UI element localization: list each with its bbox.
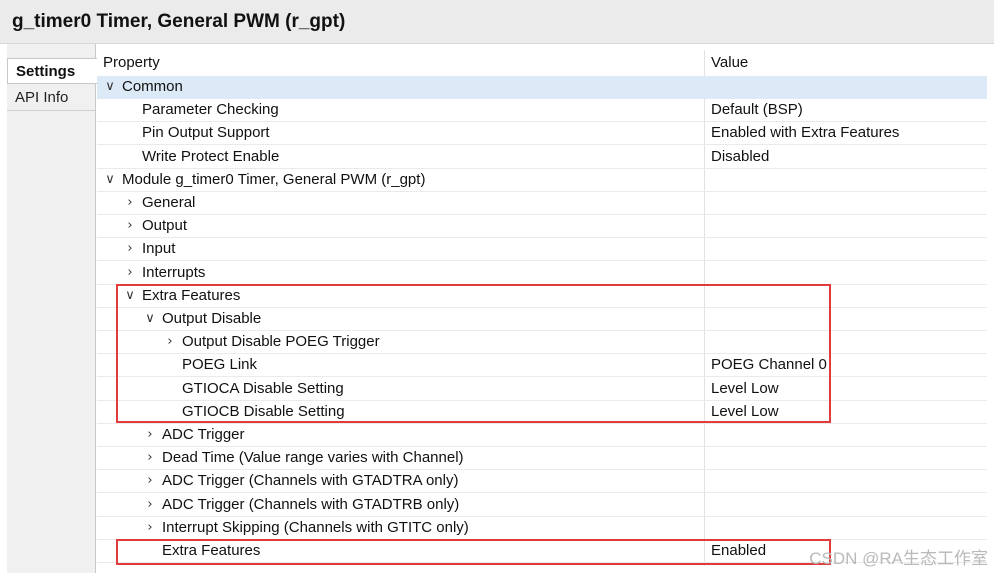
- chevron-down-icon[interactable]: ∨: [123, 285, 137, 307]
- property-label: ADC Trigger (Channels with GTADTRB only): [162, 495, 460, 513]
- table-row[interactable]: Parameter Checking Default (BSP): [97, 99, 987, 123]
- chevron-right-icon[interactable]: ›: [143, 494, 157, 516]
- table-row[interactable]: › ADC Trigger (Channels with GTADTRB only…: [97, 494, 987, 517]
- table-row[interactable]: › ADC Trigger: [97, 424, 987, 447]
- property-label: Input: [142, 240, 176, 258]
- table-row[interactable]: Pin Output Support Enabled with Extra Fea…: [97, 122, 987, 146]
- property-label: Extra Features: [162, 542, 261, 559]
- chevron-down-icon[interactable]: ∨: [103, 169, 117, 191]
- property-label: Parameter Checking: [142, 101, 279, 119]
- table-row[interactable]: POEG Link POEG Channel 0: [97, 354, 987, 378]
- chevron-down-icon[interactable]: ∨: [103, 76, 117, 98]
- side-tabs: Settings API Info: [7, 44, 97, 573]
- window-title: g_timer0 Timer, General PWM (r_gpt): [12, 11, 346, 32]
- property-label: Output Disable POEG Trigger: [182, 333, 380, 351]
- chevron-right-icon[interactable]: ›: [143, 424, 157, 446]
- property-label: Output Disable: [162, 310, 262, 327]
- chevron-right-icon[interactable]: ›: [123, 262, 137, 284]
- property-value[interactable]: Default (BSP): [711, 99, 803, 121]
- chevron-right-icon[interactable]: ›: [123, 192, 137, 214]
- table-row[interactable]: › Output: [97, 215, 987, 239]
- property-label: Interrupts: [142, 263, 206, 281]
- property-value[interactable]: Enabled: [711, 540, 766, 562]
- property-value[interactable]: Disabled: [711, 146, 769, 168]
- property-label: GTIOCA Disable Setting: [182, 379, 344, 397]
- property-label: Write Protect Enable: [142, 147, 280, 165]
- chevron-right-icon[interactable]: ›: [143, 470, 157, 492]
- property-label: Module g_timer0 Timer, General PWM (r_gp…: [122, 170, 426, 188]
- tab-api-info[interactable]: API Info: [7, 85, 95, 111]
- property-label: Dead Time (Value range varies with Chann…: [162, 449, 464, 467]
- table-row[interactable]: GTIOCA Disable Setting Level Low: [97, 378, 987, 401]
- property-value[interactable]: Level Low: [711, 401, 779, 423]
- chevron-right-icon[interactable]: ›: [163, 331, 177, 353]
- table-row[interactable]: ∨ Module g_timer0 Timer, General PWM (r_g…: [97, 169, 987, 192]
- table-row[interactable]: ∨ Output Disable: [97, 308, 987, 331]
- column-header-value[interactable]: Value: [711, 50, 748, 76]
- property-label: Output: [142, 217, 188, 235]
- property-grid: Property Value ∨ Common Parameter Checking…: [97, 44, 987, 573]
- chevron-right-icon[interactable]: ›: [143, 447, 157, 469]
- property-label: General: [142, 194, 196, 211]
- chevron-down-icon[interactable]: ∨: [143, 308, 157, 330]
- property-label: ADC Trigger: [162, 426, 245, 443]
- table-row[interactable]: › General: [97, 192, 987, 215]
- table-row[interactable]: GTIOCB Disable Setting Level Low: [97, 401, 987, 424]
- tab-settings[interactable]: Settings: [7, 58, 97, 84]
- chevron-right-icon[interactable]: ›: [123, 215, 137, 237]
- column-header-property[interactable]: Property: [103, 50, 160, 76]
- property-label: ADC Trigger (Channels with GTADTRA only): [162, 472, 459, 490]
- table-row[interactable]: › Dead Time (Value range varies with Chan…: [97, 447, 987, 471]
- property-label: POEG Link: [182, 356, 258, 374]
- property-value[interactable]: POEG Channel 0: [711, 354, 827, 376]
- table-row[interactable]: › Input: [97, 238, 987, 262]
- table-row[interactable]: › Interrupt Skipping (Channels with GTITC…: [97, 517, 987, 540]
- watermark: CSDN @RA生态工作室: [809, 549, 988, 568]
- table-row[interactable]: Write Protect Enable Disabled: [97, 146, 987, 169]
- title-bar: g_timer0 Timer, General PWM (r_gpt): [0, 0, 994, 44]
- property-label: Common: [122, 78, 183, 95]
- table-row[interactable]: ∨ Common: [97, 76, 987, 99]
- property-label: GTIOCB Disable Setting: [182, 402, 345, 420]
- property-label: Interrupt Skipping (Channels with GTITC …: [162, 518, 469, 536]
- table-row[interactable]: › Interrupts: [97, 262, 987, 285]
- property-label: Pin Output Support: [142, 124, 270, 142]
- chevron-right-icon[interactable]: ›: [143, 517, 157, 539]
- property-value[interactable]: Level Low: [711, 378, 779, 400]
- property-value[interactable]: Enabled with Extra Features: [711, 122, 899, 144]
- chevron-right-icon[interactable]: ›: [123, 238, 137, 260]
- table-row[interactable]: › Output Disable POEG Trigger: [97, 331, 987, 355]
- table-row[interactable]: ∨ Extra Features: [97, 285, 987, 308]
- property-label: Extra Features: [142, 286, 241, 304]
- table-row[interactable]: › ADC Trigger (Channels with GTADTRA only…: [97, 470, 987, 494]
